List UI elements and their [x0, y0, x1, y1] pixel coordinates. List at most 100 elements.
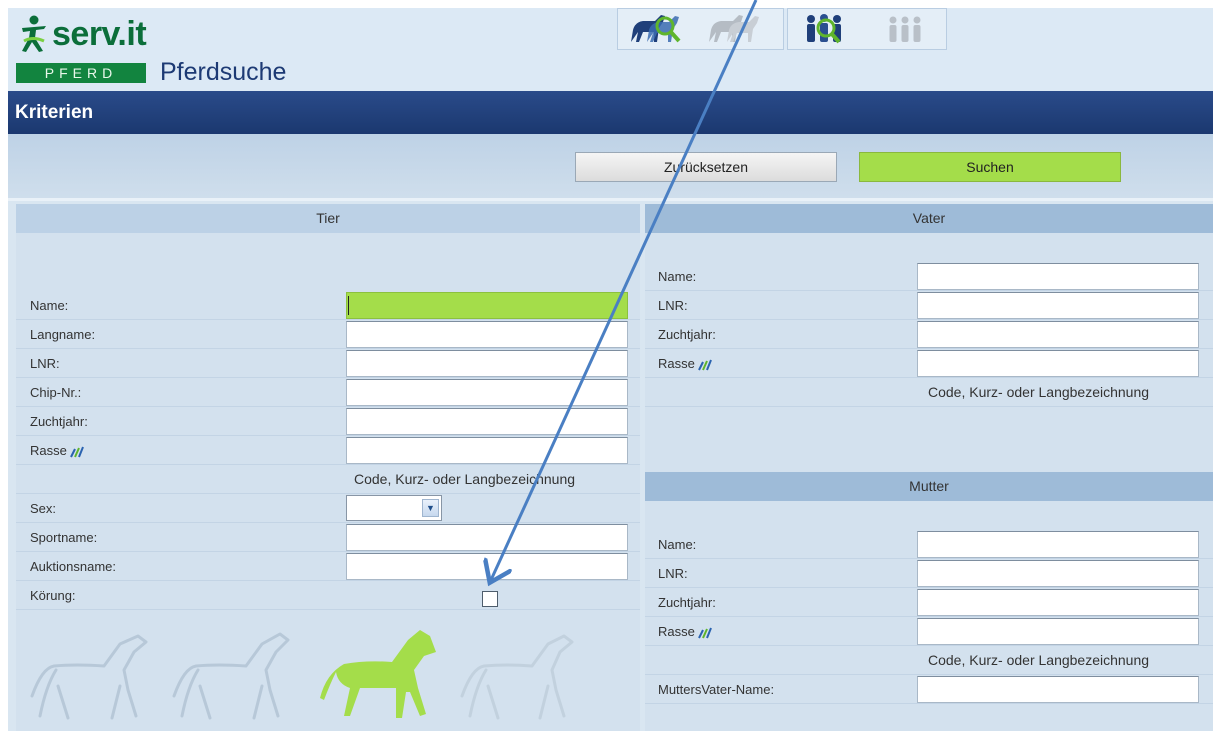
mutter-lnr-row: LNR: [645, 559, 1213, 588]
tier-auktionsname-label: Auktionsname: [30, 559, 116, 574]
mutter-zuchtjahr-input[interactable] [917, 589, 1199, 616]
logo-wordmark: serv.it [52, 15, 147, 53]
tier-langname-input[interactable] [346, 321, 628, 348]
tier-lnr-input[interactable] [346, 350, 628, 377]
tier-sportname-row: Sportname: [16, 523, 640, 552]
mutter-rasse-row: Rasse [645, 617, 1213, 646]
tier-heading: Tier [16, 204, 640, 233]
vater-zuchtjahr-label: Zuchtjahr: [658, 327, 716, 342]
vater-rasse-label: Rasse [658, 349, 712, 378]
sex-silhouettes [16, 626, 640, 731]
mutter-zuchtjahr-label: Zuchtjahr: [658, 595, 716, 610]
mutter-name-row: Name: [645, 530, 1213, 559]
vater-name-label: Name: [658, 269, 697, 284]
chevron-down-icon[interactable]: ▼ [422, 499, 439, 517]
muttersvater-label: MuttersVater-Name: [658, 682, 775, 697]
tier-sportname-label: Sportname: [30, 530, 98, 545]
tier-name-row: Name: [16, 291, 640, 320]
tier-lnr-label: LNR: [30, 356, 60, 371]
mutter-heading: Mutter [645, 472, 1213, 501]
tier-sex-label: Sex: [30, 501, 57, 516]
muttersvater-input[interactable] [917, 676, 1199, 703]
gelding-silhouette-icon[interactable] [320, 630, 436, 718]
header: serv.it PFERD Pferdsuche [8, 8, 1213, 91]
toolbar: Zurücksetzen Suchen [8, 134, 1213, 201]
muttersvater-row: MuttersVater-Name: [645, 675, 1213, 704]
people-gray-icon [889, 16, 921, 42]
vater-rasse-row: Rasse [645, 349, 1213, 378]
reset-button[interactable]: Zurücksetzen [575, 152, 837, 182]
tier-auktionsname-row: Auktionsname: [16, 552, 640, 581]
tier-auktionsname-input[interactable] [346, 553, 628, 580]
tier-rasse-hint: Code, Kurz- oder Langbezeichnung [354, 471, 576, 487]
mutter-name-input[interactable] [917, 531, 1199, 558]
vater-zuchtjahr-row: Zuchtjahr: [645, 320, 1213, 349]
tier-langname-row: Langname: [16, 320, 640, 349]
tier-chip-label: Chip-Nr.: [30, 385, 82, 400]
pferd-badge: PFERD [16, 63, 146, 83]
horses-gray-icon [709, 15, 759, 42]
vater-rasse-text: Rasse [658, 356, 695, 371]
tier-chip-input[interactable] [346, 379, 628, 406]
mutter-panel: Mutter Name: LNR: Zuchtjahr: Rasse Code,… [645, 472, 1213, 731]
mutter-rasse-text: Rasse [658, 624, 695, 639]
person-search-mode-button[interactable] [788, 10, 866, 48]
tier-koerung-label: Körung: [30, 588, 76, 603]
vater-hint-row: Code, Kurz- oder Langbezeichnung [645, 378, 1213, 407]
runner-logo-icon [22, 15, 46, 52]
tier-chip-row: Chip-Nr.: [16, 378, 640, 407]
vater-heading: Vater [645, 204, 1213, 233]
mutter-lnr-input[interactable] [917, 560, 1199, 587]
tier-langname-label: Langname: [30, 327, 96, 342]
mutter-rasse-hint: Code, Kurz- oder Langbezeichnung [928, 652, 1150, 668]
tier-zuchtjahr-input[interactable] [346, 408, 628, 435]
vater-rasse-input[interactable] [917, 350, 1199, 377]
person-mode-group [787, 8, 947, 50]
tier-hint-row: Code, Kurz- oder Langbezeichnung [16, 465, 640, 494]
sex-select[interactable]: ▼ [346, 495, 442, 521]
tier-zuchtjahr-row: Zuchtjahr: [16, 407, 640, 436]
horse-list-mode-button[interactable] [696, 10, 774, 48]
app-window: serv.it PFERD Pferdsuche Kriterien Zurüc… [8, 8, 1213, 731]
horse-search-icon [631, 15, 681, 43]
mutter-rasse-label: Rasse [658, 617, 712, 646]
tier-zuchtjahr-label: Zuchtjahr: [30, 414, 88, 429]
horse-mode-group [617, 8, 784, 50]
rasse-lookup-icon[interactable] [697, 359, 712, 371]
horse-search-mode-button[interactable] [618, 10, 696, 48]
stallion-silhouette-icon[interactable] [30, 634, 148, 720]
mare-silhouette-icon[interactable] [172, 632, 290, 720]
search-button[interactable]: Suchen [859, 152, 1121, 182]
tier-rasse-input[interactable] [346, 437, 628, 464]
mutter-hint-row: Code, Kurz- oder Langbezeichnung [645, 646, 1213, 675]
tier-name-input[interactable] [346, 292, 628, 319]
vater-lnr-input[interactable] [917, 292, 1199, 319]
mutter-rasse-input[interactable] [917, 618, 1199, 645]
tier-rasse-label: Rasse [30, 436, 84, 465]
horse-silhouettes-icon [30, 630, 574, 720]
tier-lnr-row: LNR: [16, 349, 640, 378]
vater-panel: Vater Name: LNR: Zuchtjahr: Rasse Code, … [645, 204, 1213, 472]
vater-name-input[interactable] [917, 263, 1199, 290]
vater-rasse-hint: Code, Kurz- oder Langbezeichnung [928, 384, 1150, 400]
tier-sex-row: Sex: ▼ [16, 494, 640, 523]
koerung-checkbox[interactable] [482, 591, 498, 607]
tier-koerung-row: Körung: [16, 581, 640, 610]
rasse-lookup-icon[interactable] [69, 446, 84, 458]
vater-lnr-label: LNR: [658, 298, 688, 313]
tier-name-label: Name: [30, 298, 69, 313]
foal-silhouette-icon[interactable] [460, 634, 574, 720]
person-list-mode-button[interactable] [866, 10, 944, 48]
page-title: Pferdsuche [160, 58, 287, 86]
tier-sportname-input[interactable] [346, 524, 628, 551]
people-search-icon [807, 14, 841, 44]
tier-rasse-row: Rasse [16, 436, 640, 465]
vater-name-row: Name: [645, 262, 1213, 291]
mutter-zuchtjahr-row: Zuchtjahr: [645, 588, 1213, 617]
tier-rasse-text: Rasse [30, 443, 67, 458]
mutter-name-label: Name: [658, 537, 697, 552]
vater-lnr-row: LNR: [645, 291, 1213, 320]
servit-logo: serv.it [16, 14, 147, 54]
rasse-lookup-icon[interactable] [697, 627, 712, 639]
vater-zuchtjahr-input[interactable] [917, 321, 1199, 348]
